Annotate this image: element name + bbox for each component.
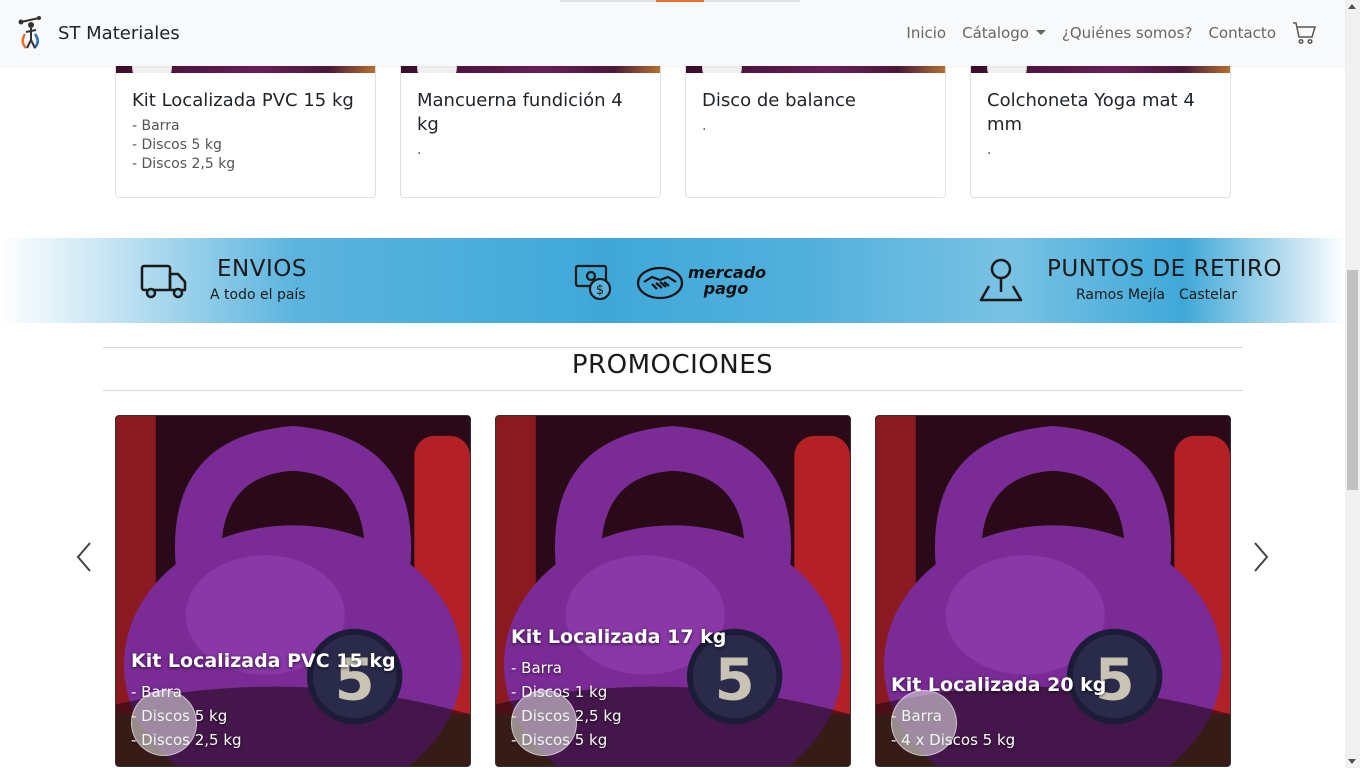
chevron-down-icon (1035, 30, 1046, 35)
puntos-retiro-title: PUNTOS DE RETIRO (1047, 256, 1282, 282)
brand-logo-icon (18, 16, 41, 49)
product-description-line: . (987, 142, 992, 158)
product-title: Disco de balance (702, 90, 856, 111)
product-description-line: - Discos 2,5 kg (132, 156, 236, 172)
product-title: Mancuerna fundición 4 kg (417, 90, 623, 135)
product-description: - Barra - Discos 5 kg - Discos 2,5 kg (132, 117, 360, 174)
product-card-body: Mancuerna fundición 4 kg . (401, 73, 660, 197)
mercado-pago-logo-text: mercado pago (688, 265, 766, 298)
product-description: . (702, 117, 930, 136)
product-description: . (417, 141, 645, 160)
promociones-heading: PROMOCIONES (571, 350, 774, 380)
svg-text:$: $ (596, 283, 604, 298)
brand-name: ST Materiales (58, 22, 180, 44)
page-scrollbar[interactable] (1345, 0, 1360, 768)
promo-card[interactable]: 5 Kit Localizada 20 kg - Barra - 4 x Dis… (875, 415, 1231, 767)
nav-links: Inicio Cátalogo ¿Quiénes somos? Contacto (906, 0, 1316, 66)
cash-payment-icon: $ (574, 264, 612, 301)
promo-card[interactable]: 5 Kit Localizada PVC 15 kg - Barra - Dis… (115, 415, 471, 767)
nav-link-catalogo[interactable]: Cátalogo (962, 24, 1046, 42)
promo-logo-badge (511, 690, 577, 756)
promo-card-title: Kit Localizada PVC 15 kg (131, 650, 396, 672)
promo-card-title: Kit Localizada 17 kg (511, 626, 727, 648)
nav-link-quienes-somos[interactable]: ¿Quiénes somos? (1062, 24, 1193, 42)
nav-link-catalogo-label: Cátalogo (962, 24, 1029, 42)
product-description-line: . (702, 118, 707, 134)
promo-logo-badge (131, 690, 197, 756)
product-card-body: Disco de balance . (686, 73, 945, 197)
navbar: ST Materiales Inicio Cátalogo ¿Quiénes s… (0, 0, 1345, 66)
product-description-line: - Barra (132, 118, 180, 134)
envios-subtitle: A todo el país (210, 287, 306, 303)
nav-top-indicator-active (656, 0, 704, 2)
pickup-location-icon (979, 258, 1023, 302)
promo-card[interactable]: 5 Kit Localizada 17 kg - Barra - Discos … (495, 415, 851, 767)
scroll-up-arrow-icon[interactable] (1348, 4, 1356, 9)
product-title: Colchoneta Yoga mat 4 mm (987, 90, 1195, 135)
mercado-pago-handshake-icon (636, 266, 684, 300)
pickup-place: Ramos Mejía (1076, 287, 1165, 303)
envios-title: ENVIOS (217, 256, 307, 282)
carousel-next-arrow-icon[interactable] (1251, 540, 1271, 574)
truck-icon (140, 264, 187, 299)
product-title: Kit Localizada PVC 15 kg (132, 90, 354, 111)
product-card-body: Colchoneta Yoga mat 4 mm . (971, 73, 1230, 197)
promo-card-line: - Barra (511, 659, 562, 677)
nav-link-contacto[interactable]: Contacto (1208, 24, 1276, 42)
product-card-body: Kit Localizada PVC 15 kg - Barra - Disco… (116, 73, 375, 197)
product-description-line: - Discos 5 kg (132, 137, 222, 153)
carousel-prev-arrow-icon[interactable] (74, 540, 94, 574)
mercado-pago-line2: pago (703, 279, 749, 298)
promo-divider-bottom (103, 390, 1243, 391)
product-description: . (987, 141, 1215, 160)
scroll-down-arrow-icon[interactable] (1348, 759, 1356, 764)
brand-link[interactable]: ST Materiales (17, 16, 180, 50)
nav-link-inicio[interactable]: Inicio (906, 24, 946, 42)
product-description-line: . (417, 142, 422, 158)
pickup-place: Castelar (1179, 287, 1237, 303)
cart-icon[interactable] (1292, 21, 1316, 45)
promo-logo-badge (891, 690, 957, 756)
promo-divider-top (103, 347, 1243, 348)
scrollbar-thumb[interactable] (1347, 270, 1358, 490)
